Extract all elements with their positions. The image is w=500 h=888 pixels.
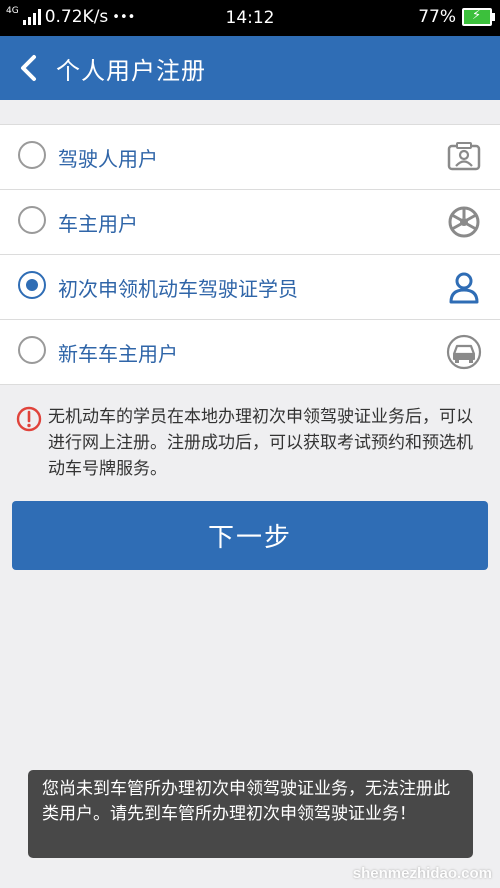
battery-icon: ⚡: [462, 8, 495, 26]
notice-text: 无机动车的学员在本地办理初次申领驾驶证业务后，可以进行网上注册。注册成功后，可以…: [48, 407, 473, 479]
radio-button[interactable]: [18, 336, 46, 364]
status-bar: 4G 0.72K/s ••• 14:12 77% ⚡: [0, 0, 500, 36]
option-label: 初次申领机动车驾驶证学员: [58, 277, 298, 301]
watermark: shenmezhidao.com: [352, 865, 492, 882]
radio-button[interactable]: [18, 206, 46, 234]
user-type-list: 驾驶人用户 车主用户 初次申领机动车驾驶证学员 新车车主用户: [0, 124, 500, 385]
option-label: 驾驶人用户: [58, 147, 158, 171]
steering-wheel-icon: [448, 206, 480, 238]
next-button[interactable]: 下一步: [12, 501, 488, 570]
option-label: 车主用户: [58, 212, 138, 236]
radio-button-selected[interactable]: [18, 271, 46, 299]
option-owner[interactable]: 车主用户: [0, 190, 500, 255]
option-label: 新车车主用户: [58, 342, 178, 366]
chevron-left-icon[interactable]: [14, 52, 44, 84]
option-new-learner[interactable]: 初次申领机动车驾驶证学员: [0, 255, 500, 320]
status-right: 77% ⚡: [418, 7, 495, 27]
id-card-icon: [447, 142, 481, 171]
radio-button[interactable]: [18, 141, 46, 169]
option-new-car-owner[interactable]: 新车车主用户: [0, 320, 500, 384]
option-driver[interactable]: 驾驶人用户: [0, 125, 500, 190]
toast-message: 您尚未到车管所办理初次申领驾驶证业务，无法注册此类用户。请先到车管所办理初次申领…: [28, 770, 473, 858]
info-icon: [16, 406, 42, 432]
app-header: 个人用户注册: [0, 36, 500, 100]
car-icon: [446, 334, 482, 370]
person-icon: [449, 272, 479, 304]
page-title: 个人用户注册: [56, 57, 206, 85]
battery-percent: 77%: [418, 7, 456, 27]
